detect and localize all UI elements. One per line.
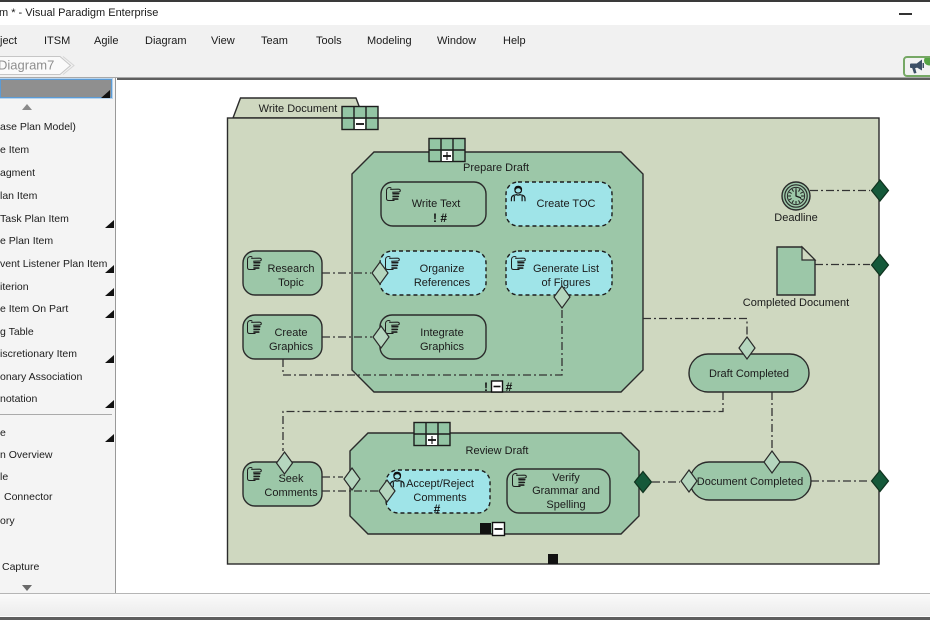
svg-text:Research: Research xyxy=(267,263,314,275)
svg-text:Comments: Comments xyxy=(264,487,318,499)
svg-text:Review Draft: Review Draft xyxy=(466,445,529,457)
svg-text:! #: ! # xyxy=(433,211,447,225)
svg-text:Graphics: Graphics xyxy=(269,341,314,353)
svg-text:Generate List: Generate List xyxy=(533,263,599,275)
svg-text:Seek: Seek xyxy=(278,473,304,485)
svg-text:Prepare Draft: Prepare Draft xyxy=(463,162,529,174)
svg-text:Verify: Verify xyxy=(552,472,580,484)
svg-text:Completed Document: Completed Document xyxy=(743,297,849,309)
svg-text:Deadline: Deadline xyxy=(774,212,817,224)
svg-text:!: ! xyxy=(484,380,488,394)
svg-text:Topic: Topic xyxy=(278,277,304,289)
svg-text:Draft Completed: Draft Completed xyxy=(709,368,789,380)
svg-text:Create TOC: Create TOC xyxy=(537,198,596,210)
svg-text:Organize: Organize xyxy=(420,263,465,275)
svg-text:of Figures: of Figures xyxy=(542,277,591,289)
svg-text:Spelling: Spelling xyxy=(546,499,585,511)
svg-text:Write Text: Write Text xyxy=(412,198,461,210)
svg-text:#: # xyxy=(434,502,441,516)
svg-text:Create: Create xyxy=(274,327,307,339)
svg-text:Grammar and: Grammar and xyxy=(532,485,600,497)
svg-text:Accept/Reject: Accept/Reject xyxy=(406,478,474,490)
svg-text:Write Document: Write Document xyxy=(259,103,338,115)
svg-text:Integrate: Integrate xyxy=(420,327,463,339)
svg-text:Diagram7: Diagram7 xyxy=(0,58,54,73)
svg-text:Graphics: Graphics xyxy=(420,341,465,353)
svg-text:Document Completed: Document Completed xyxy=(697,476,803,488)
svg-text:References: References xyxy=(414,277,471,289)
svg-text:#: # xyxy=(506,380,513,394)
